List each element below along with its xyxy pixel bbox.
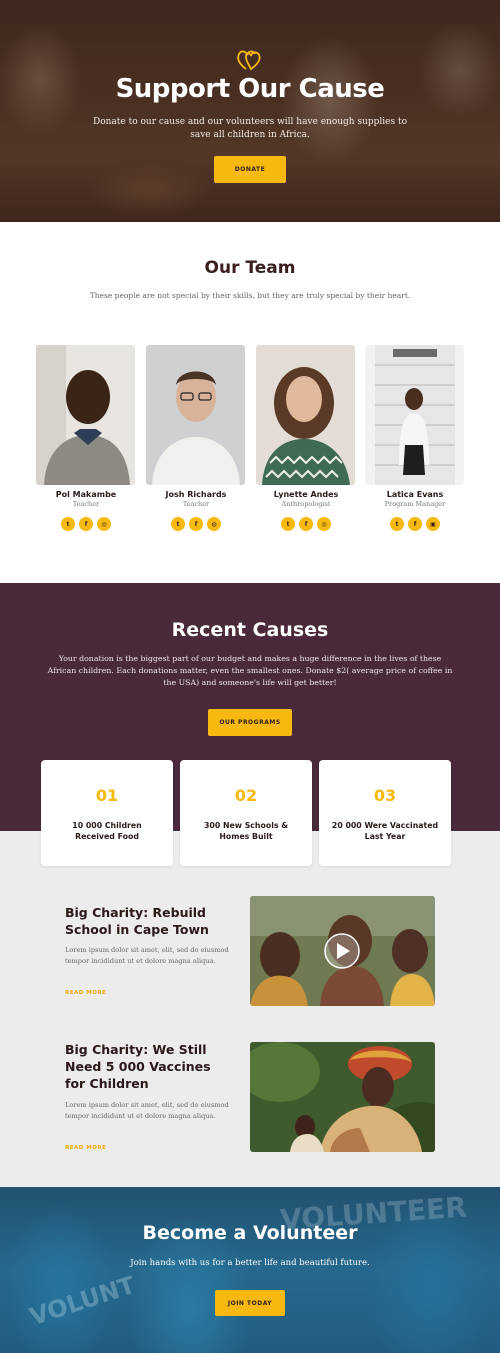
stat-label: 300 New Schools & Homes Built xyxy=(203,821,289,841)
twitter-icon[interactable]: t xyxy=(171,517,185,531)
causes-title: Recent Causes xyxy=(171,619,329,641)
read-more-link[interactable]: READ MORE xyxy=(65,1145,106,1151)
team-member-card: Pol Makambe Teacher t f ◎ xyxy=(36,345,136,531)
instagram-icon[interactable]: ◎ xyxy=(317,517,331,531)
team-title: Our Team xyxy=(204,258,296,278)
dribbble-icon[interactable]: ◍ xyxy=(207,517,221,531)
volunteer-section xyxy=(0,1187,500,1353)
post-excerpt: Lorem ipsum dolor sit amet, elit, sed do… xyxy=(65,1101,229,1120)
join-today-button[interactable]: JOIN TODAY xyxy=(215,1290,285,1316)
donate-button[interactable]: DONATE xyxy=(214,156,286,183)
facebook-icon[interactable]: f xyxy=(408,517,422,531)
causes-text: Your donation is the biggest part of our… xyxy=(47,654,453,687)
volunteer-subtitle: Join hands with us for a better life and… xyxy=(130,1258,370,1268)
twitter-icon[interactable]: t xyxy=(61,517,75,531)
member-role: Teacher xyxy=(72,500,100,508)
tumblr-icon[interactable]: t xyxy=(390,517,404,531)
facebook-icon[interactable]: f xyxy=(299,517,313,531)
member-photo xyxy=(256,345,355,485)
facebook-icon[interactable]: f xyxy=(79,517,93,531)
instagram-icon[interactable]: ◎ xyxy=(97,517,111,531)
post-title[interactable]: Big Charity: Rebuild School in Cape Town xyxy=(65,904,235,938)
member-role: Program Manager xyxy=(384,500,446,508)
our-programs-button[interactable]: OUR PROGRAMS xyxy=(208,709,292,736)
facebook-icon[interactable]: f xyxy=(189,517,203,531)
team-subtitle: These people are not special by their sk… xyxy=(89,291,411,300)
member-name: Latica Evans xyxy=(386,490,444,499)
stat-card: 03 20 000 Were Vaccinated Last Year xyxy=(319,760,451,866)
stat-card: 01 10 000 Children Received Food xyxy=(41,760,173,866)
stat-number: 03 xyxy=(373,786,397,805)
stat-label: 10 000 Children Received Food xyxy=(72,821,142,841)
member-photo xyxy=(146,345,245,485)
stat-label: 20 000 Were Vaccinated Last Year xyxy=(331,821,439,841)
hearts-icon xyxy=(237,50,261,71)
hero-subtitle: Donate to our cause and our volunteers w… xyxy=(93,117,407,140)
member-name: Pol Makambe xyxy=(55,490,117,499)
hero-section: Support Our Cause Donate to our cause an… xyxy=(0,0,500,222)
member-role: Teacher xyxy=(182,500,210,508)
hero-title: Support Our Cause xyxy=(115,74,385,104)
post-image[interactable] xyxy=(250,1042,435,1152)
linkedin-icon[interactable]: ▣ xyxy=(426,517,440,531)
stat-number: 02 xyxy=(234,786,258,805)
stat-card: 02 300 New Schools & Homes Built xyxy=(180,760,312,866)
member-photo xyxy=(365,345,464,485)
member-name: Josh Richards xyxy=(165,490,227,499)
team-member-card: Latica Evans Program Manager t f ▣ xyxy=(365,345,465,531)
team-member-card: Lynette Andes Anthropologist t f ◎ xyxy=(256,345,356,531)
twitter-icon[interactable]: t xyxy=(281,517,295,531)
post-video-thumbnail[interactable] xyxy=(250,896,435,1006)
volunteer-title: Become a Volunteer xyxy=(142,1222,358,1244)
stat-number: 01 xyxy=(95,786,119,805)
read-more-link[interactable]: READ MORE xyxy=(65,990,106,996)
member-role: Anthropologist xyxy=(281,500,331,508)
post-title[interactable]: Big Charity: We Still Need 5 000 Vaccine… xyxy=(65,1041,235,1092)
post-excerpt: Lorem ipsum dolor sit amet, elit, sed do… xyxy=(65,946,229,965)
member-name: Lynette Andes xyxy=(273,490,339,499)
team-member-card: Josh Richards Teacher t f ◍ xyxy=(146,345,246,531)
member-photo xyxy=(36,345,135,485)
